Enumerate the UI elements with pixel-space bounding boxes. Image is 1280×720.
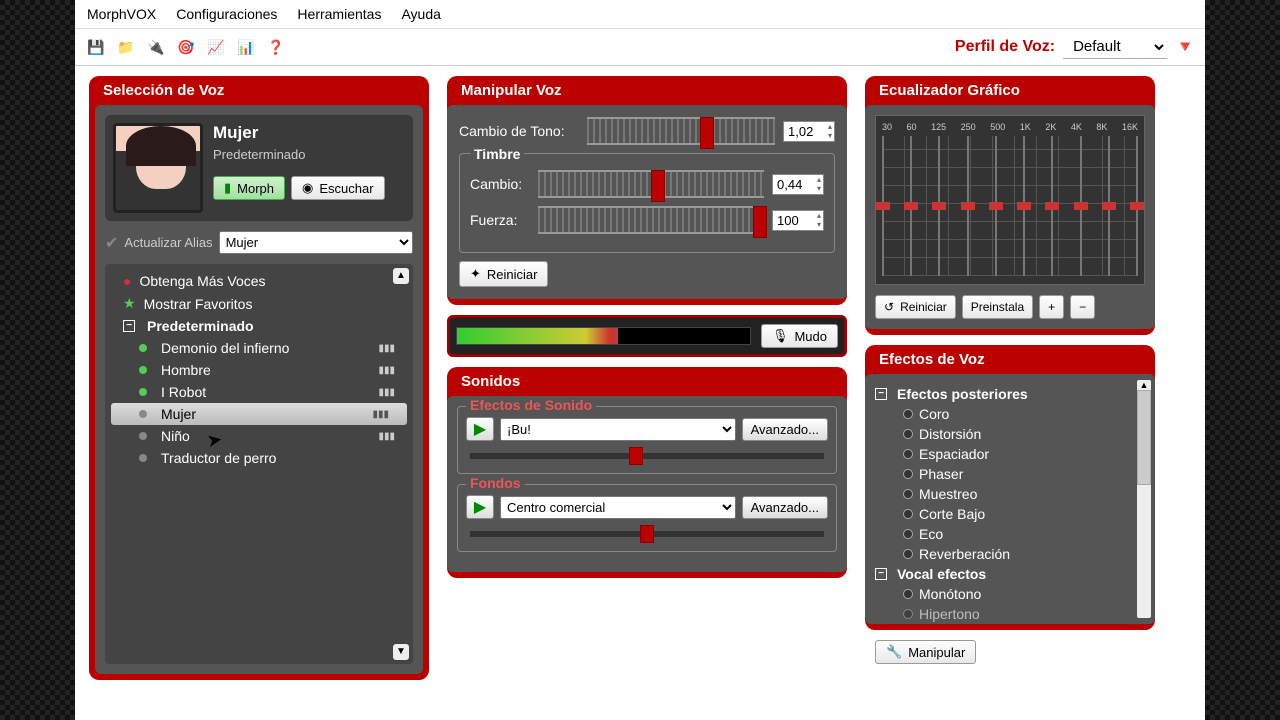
level-meter <box>456 327 751 345</box>
toolbar-btn-5[interactable]: 📈 <box>205 36 227 58</box>
toolbar-btn-7[interactable]: ❓ <box>265 36 287 58</box>
signal-icon: ▮▮▮ <box>372 409 389 420</box>
voice-list: ▲ ▼ ●Obtenga Más Voces ★Mostrar Favorito… <box>105 264 413 664</box>
toolbar-btn-1[interactable]: 💾 <box>85 36 107 58</box>
fx-category-vocal[interactable]: −Vocal efectos <box>875 564 1145 584</box>
manipulate-title: Manipular Voz <box>447 76 847 105</box>
strength-value[interactable]: 100 <box>772 210 824 231</box>
manip-reset-button[interactable]: ✦Reiniciar <box>459 261 548 287</box>
signal-icon: ▮▮▮ <box>378 387 395 398</box>
manipulate-voice-panel: Manipular Voz Cambio de Tono: 1,02 Timbr… <box>447 76 847 305</box>
voice-profile-label: Perfil de Voz: <box>955 38 1055 56</box>
toolbar-btn-6[interactable]: 📊 <box>235 36 257 58</box>
bg-play-button[interactable]: ▶ <box>466 495 494 519</box>
fx-manipulate-button[interactable]: 🔧Manipular <box>875 640 976 664</box>
sfx-play-button[interactable]: ▶ <box>466 417 494 441</box>
eq-reset-button[interactable]: ↺Reiniciar <box>875 295 956 319</box>
wrench-icon: 🔧 <box>886 644 902 660</box>
bg-select[interactable]: Centro comercial <box>500 496 736 519</box>
voice-item-demon[interactable]: Demonio del infierno▮▮▮ <box>105 337 413 359</box>
mic-icon: 🎙 <box>772 328 789 344</box>
fx-category-post[interactable]: −Efectos posteriores <box>875 384 1145 404</box>
fx-monotono[interactable]: Monótono <box>875 584 1145 604</box>
level-meter-panel: 🎙Mudo <box>447 315 847 357</box>
show-favorites-link[interactable]: ★Mostrar Favoritos <box>105 292 413 315</box>
voice-selection-panel: Selección de Voz Mujer Predeterminado ▮M… <box>89 76 429 680</box>
timbre-title: Timbre <box>470 146 524 162</box>
toolbar-btn-2[interactable]: 📁 <box>115 36 137 58</box>
voice-effects-title: Efectos de Voz <box>865 345 1155 374</box>
sfx-volume-slider[interactable] <box>470 453 824 459</box>
equalizer-panel: Ecualizador Gráfico 30601252505001K2K4K8… <box>865 76 1155 335</box>
alias-check-icon[interactable]: ✔ <box>105 233 118 253</box>
morph-button[interactable]: ▮Morph <box>213 176 285 200</box>
pitch-label: Cambio de Tono: <box>459 123 579 139</box>
voice-item-irobot[interactable]: I Robot▮▮▮ <box>105 381 413 403</box>
sounds-title: Sonidos <box>447 367 847 396</box>
menu-morphvox[interactable]: MorphVOX <box>87 6 156 22</box>
sfx-select[interactable]: ¡Bu! <box>500 418 736 441</box>
menubar: MorphVOX Configuraciones Herramientas Ay… <box>75 0 1205 29</box>
menu-config[interactable]: Configuraciones <box>176 6 277 22</box>
sfx-advanced-button[interactable]: Avanzado... <box>742 418 828 441</box>
bg-legend: Fondos <box>466 475 525 491</box>
voice-subtitle: Predeterminado <box>213 147 405 162</box>
strength-slider[interactable] <box>538 206 764 234</box>
equalizer-title: Ecualizador Gráfico <box>865 76 1155 105</box>
eq-preset-button[interactable]: Preinstala <box>962 295 1033 319</box>
eq-sliders[interactable] <box>882 136 1138 276</box>
sounds-panel: Sonidos Efectos de Sonido ▶ ¡Bu! Avanzad… <box>447 367 847 578</box>
voice-item-dog[interactable]: Traductor de perro <box>105 447 413 469</box>
fx-reverb[interactable]: Reverberación <box>875 544 1145 564</box>
toolbar: 💾 📁 🔌 🎯 📈 📊 ❓ Perfil de Voz: Default 🔻 <box>75 29 1205 66</box>
voice-list-scroll-down[interactable]: ▼ <box>393 644 409 660</box>
signal-icon: ▮▮▮ <box>378 343 395 354</box>
alias-select[interactable]: Mujer <box>219 231 413 254</box>
signal-icon: ▮▮▮ <box>378 431 395 442</box>
bg-volume-slider[interactable] <box>470 531 824 537</box>
voice-item-hombre[interactable]: Hombre▮▮▮ <box>105 359 413 381</box>
voice-effects-panel: Efectos de Voz ▲ −Efectos posteriores Co… <box>865 345 1155 630</box>
sfx-legend: Efectos de Sonido <box>466 397 596 413</box>
shift-value[interactable]: 0,44 <box>772 174 824 195</box>
voice-item-mujer[interactable]: Mujer▮▮▮ <box>111 403 407 425</box>
voice-item-nino[interactable]: Niño▮▮▮ <box>105 425 413 447</box>
voice-selection-title: Selección de Voz <box>89 76 429 105</box>
alias-label: Actualizar Alias <box>124 235 212 250</box>
pitch-slider[interactable] <box>587 117 775 145</box>
get-more-voices-link[interactable]: ●Obtenga Más Voces <box>105 270 413 292</box>
menu-tools[interactable]: Herramientas <box>297 6 381 22</box>
voice-category[interactable]: −Predeterminado <box>105 315 413 337</box>
eq-band-labels: 30601252505001K2K4K8K16K <box>882 122 1138 132</box>
fx-hipertono[interactable]: Hipertono <box>875 604 1145 624</box>
bg-advanced-button[interactable]: Avanzado... <box>742 496 828 519</box>
fx-coro[interactable]: Coro <box>875 404 1145 424</box>
fx-distortion[interactable]: Distorsión <box>875 424 1145 444</box>
pitch-value[interactable]: 1,02 <box>783 121 835 142</box>
shift-label: Cambio: <box>470 176 530 192</box>
mute-button[interactable]: 🎙Mudo <box>761 324 838 348</box>
menu-help[interactable]: Ayuda <box>401 6 440 22</box>
signal-icon: ▮▮▮ <box>378 365 395 376</box>
voice-list-scroll-up[interactable]: ▲ <box>393 268 409 284</box>
eq-plus-button[interactable]: + <box>1039 295 1064 319</box>
fx-phaser[interactable]: Phaser <box>875 464 1145 484</box>
fx-scrollbar[interactable]: ▲ <box>1137 380 1151 618</box>
fx-muestreo[interactable]: Muestreo <box>875 484 1145 504</box>
eq-minus-button[interactable]: − <box>1070 295 1095 319</box>
profile-filter-icon[interactable]: 🔻 <box>1175 37 1195 57</box>
strength-label: Fuerza: <box>470 212 530 228</box>
fx-espaciador[interactable]: Espaciador <box>875 444 1145 464</box>
listen-button[interactable]: ◉Escuchar <box>291 176 385 200</box>
fx-eco[interactable]: Eco <box>875 524 1145 544</box>
voice-avatar <box>113 123 203 213</box>
fx-cortebajo[interactable]: Corte Bajo <box>875 504 1145 524</box>
voice-name: Mujer <box>213 123 405 143</box>
toolbar-btn-4[interactable]: 🎯 <box>175 36 197 58</box>
toolbar-btn-3[interactable]: 🔌 <box>145 36 167 58</box>
voice-profile-select[interactable]: Default <box>1063 35 1167 59</box>
shift-slider[interactable] <box>538 170 764 198</box>
